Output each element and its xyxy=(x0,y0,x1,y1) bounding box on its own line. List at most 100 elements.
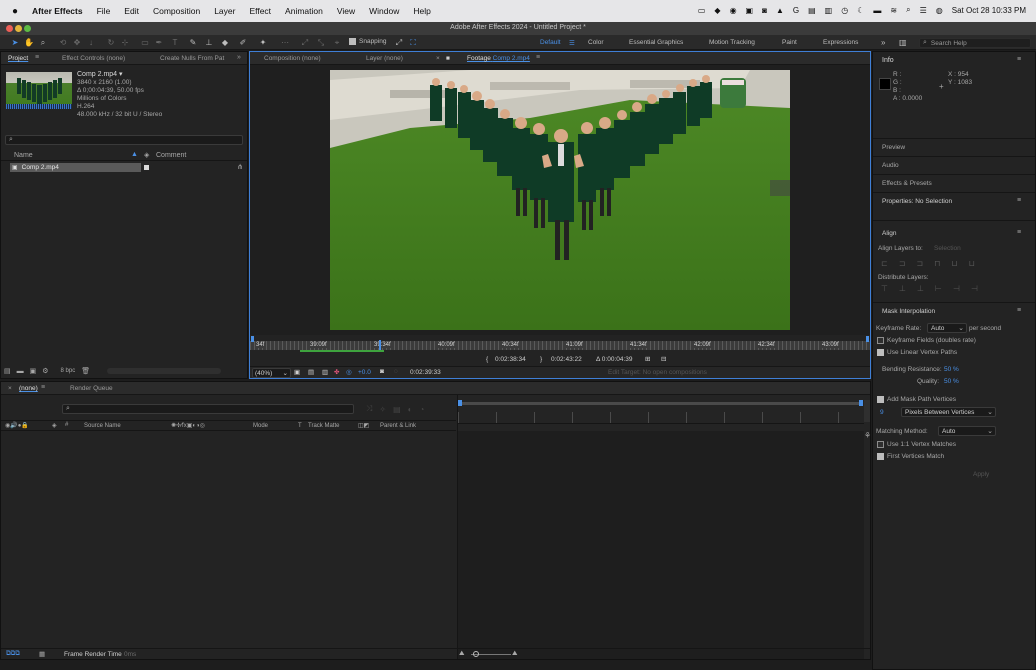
timeline-tracks[interactable] xyxy=(458,431,864,659)
align-hcenter-icon[interactable]: ⊐ xyxy=(899,259,906,268)
menu-layer[interactable]: Layer xyxy=(214,6,235,16)
new-folder-icon[interactable]: ▬ xyxy=(17,368,24,375)
workspace-motion-tracking[interactable]: Motion Tracking xyxy=(709,39,755,46)
cast-icon[interactable]: ▥ xyxy=(825,6,833,15)
timeline-search-input[interactable]: ⌕ xyxy=(62,404,354,414)
menu-file[interactable]: File xyxy=(97,6,111,16)
column-source-name[interactable]: Source Name xyxy=(84,423,121,429)
align-header[interactable]: Align xyxy=(882,230,896,237)
rotate-tool-icon[interactable]: ↻ xyxy=(106,38,116,48)
more-workspaces-icon[interactable]: » xyxy=(881,38,885,47)
align-bottom-icon[interactable]: ⊔ xyxy=(969,259,975,268)
workspace-menu-icon[interactable]: ☰ xyxy=(569,39,575,47)
zoom-out-icon[interactable]: ⛰ xyxy=(459,650,464,658)
distribute-bottom-icon[interactable]: ⊥ xyxy=(917,284,924,293)
menu-app[interactable]: After Effects xyxy=(32,6,83,16)
viewer-menu-icon[interactable]: ≡ xyxy=(536,54,540,61)
shy-layers-icon[interactable]: ✧ xyxy=(379,405,386,414)
snap-edge-icon[interactable]: ⤢ xyxy=(394,38,404,48)
column-mode[interactable]: Mode xyxy=(253,423,268,429)
tab-render-queue[interactable]: Render Queue xyxy=(70,385,113,392)
label-column-icon[interactable]: ◈ xyxy=(52,422,57,429)
av-features-icons[interactable]: ◉🔊●🔒 xyxy=(5,422,29,429)
pan-tool-icon[interactable]: ✥ xyxy=(72,38,82,48)
ripple-insert-icon[interactable]: ⊞ xyxy=(645,355,650,363)
trash-icon[interactable]: 🗑 xyxy=(81,367,90,375)
align-menu-icon[interactable]: ≡ xyxy=(1017,229,1021,236)
new-comp-icon[interactable]: ▣ xyxy=(30,367,37,375)
grammarly-icon[interactable]: G xyxy=(793,6,799,15)
work-area-end[interactable] xyxy=(859,400,863,406)
column-comment[interactable]: Comment xyxy=(156,152,186,159)
project-menu-icon[interactable]: ≡ xyxy=(35,54,39,61)
close-tab-icon[interactable]: × xyxy=(436,55,440,62)
search-help-field[interactable]: ⌕ Search Help xyxy=(919,38,1031,48)
record-icon[interactable]: ◙ xyxy=(762,6,767,15)
effects-presets-header[interactable]: Effects & Presets xyxy=(882,180,932,187)
workspace-expressions[interactable]: Expressions xyxy=(823,39,858,46)
spotlight-icon[interactable]: ⌕ xyxy=(906,5,910,15)
linear-vertex-checkbox[interactable] xyxy=(877,349,884,356)
properties-header[interactable]: Properties: No Selection xyxy=(882,198,952,205)
sort-icon[interactable]: ▲ xyxy=(131,151,138,158)
one-to-one-checkbox[interactable] xyxy=(877,441,884,448)
menu-animation[interactable]: Animation xyxy=(285,6,323,16)
first-vertices-checkbox[interactable] xyxy=(877,453,884,460)
menu-help[interactable]: Help xyxy=(413,6,430,16)
properties-menu-icon[interactable]: ≡ xyxy=(1017,197,1021,204)
comp-button-icon[interactable]: ⚘ xyxy=(864,431,871,440)
distribute-right-icon[interactable]: ⊣ xyxy=(971,284,978,293)
align-right-icon[interactable]: ⊐ xyxy=(916,259,923,268)
time-ruler-end-marker[interactable] xyxy=(866,336,869,342)
workspace-essential-graphics[interactable]: Essential Graphics xyxy=(629,39,683,46)
time-ruler-start-marker[interactable] xyxy=(251,336,254,342)
menu-window[interactable]: Window xyxy=(369,6,399,16)
exposure-icon[interactable]: ◎ xyxy=(346,368,352,376)
in-point-time[interactable]: 0:02:38:34 xyxy=(495,356,526,363)
apply-button[interactable]: Apply xyxy=(973,471,989,478)
battery-icon[interactable]: ▬ xyxy=(873,6,881,15)
menu-effect[interactable]: Effect xyxy=(249,6,271,16)
quality-value[interactable]: 50 % xyxy=(944,378,959,385)
align-left-icon[interactable]: ⊏ xyxy=(881,259,888,268)
axis-icon[interactable]: ⤢ xyxy=(300,38,310,48)
rect-tool-icon[interactable]: ▭ xyxy=(140,38,150,48)
hand-tool-icon[interactable]: ✋ xyxy=(24,38,34,48)
bpc-toggle[interactable]: 8 bpc xyxy=(61,368,76,374)
label-color-swatch[interactable] xyxy=(144,165,149,170)
distribute-left-icon[interactable]: ⊢ xyxy=(935,284,942,293)
project-search-input[interactable]: ⌕ xyxy=(5,135,243,145)
add-vertices-checkbox[interactable] xyxy=(877,396,884,403)
eye-icon[interactable]: ◉ xyxy=(730,6,737,15)
audio-panel-header[interactable]: Audio xyxy=(882,162,899,169)
distribute-hcenter-icon[interactable]: ⊣ xyxy=(953,284,960,293)
fit-icon[interactable]: ▣ xyxy=(294,368,300,376)
close-timeline-icon[interactable]: × xyxy=(8,385,12,392)
column-parent[interactable]: Parent & Link xyxy=(380,423,416,429)
current-time[interactable]: 0:02:39:33 xyxy=(410,369,441,376)
tab-composition[interactable]: Composition (none) xyxy=(264,55,321,62)
roto-tool-icon[interactable]: ✐ xyxy=(238,38,248,48)
menu-composition[interactable]: Composition xyxy=(153,6,200,16)
keyframe-fields-checkbox[interactable] xyxy=(877,337,884,344)
info-menu-icon[interactable]: ≡ xyxy=(1017,56,1021,63)
column-name[interactable]: Name xyxy=(14,152,33,159)
viewer-canvas[interactable] xyxy=(250,65,870,335)
mask-menu-icon[interactable]: ≡ xyxy=(1017,307,1021,314)
snapshot-icon[interactable]: ◙ xyxy=(380,368,384,375)
control-center-icon[interactable]: ☰ xyxy=(920,6,927,15)
vertices-unit-dropdown[interactable]: Pixels Between Vertices ⌄ xyxy=(901,407,996,417)
workspace-color[interactable]: Color xyxy=(588,39,604,46)
apple-icon[interactable]: ● xyxy=(12,6,18,17)
lock-icon[interactable]: ■ xyxy=(446,55,450,62)
timeline-graph-area[interactable]: ⚘ xyxy=(457,395,871,659)
snap-grid-icon[interactable]: ⛶ xyxy=(408,38,418,48)
align-vcenter-icon[interactable]: ⊔ xyxy=(951,259,957,268)
interpret-footage-icon[interactable]: ▤ xyxy=(4,367,11,375)
color-channels-icon[interactable]: ✤ xyxy=(334,368,339,376)
vertices-value[interactable]: 9 xyxy=(880,409,884,416)
align-to-dropdown[interactable]: Selection xyxy=(934,245,961,252)
workspace-default[interactable]: Default xyxy=(540,39,561,46)
footage-name[interactable]: Comp 2.mp4 ▾ xyxy=(77,71,162,79)
safe-zones-icon[interactable]: ▤ xyxy=(308,368,314,376)
